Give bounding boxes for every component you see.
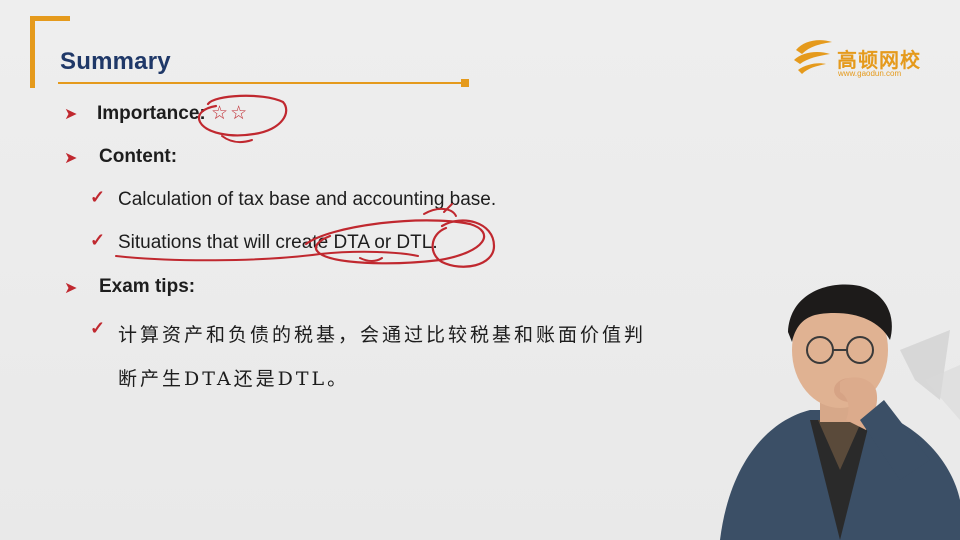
bullet-importance-label: Importance:: [97, 103, 206, 124]
swirl-logo-icon: [794, 40, 832, 74]
importance-stars: ☆☆: [211, 103, 250, 124]
gaodun-logo: 高顿网校 www.gaodun.com: [790, 34, 930, 82]
content-item-2: Situations that will create DTA or DTL.: [118, 232, 438, 253]
bullet-exam-tips: Exam tips:: [99, 276, 196, 297]
content-item-1: Calculation of tax base and accounting b…: [118, 189, 497, 210]
bullet-content: Content:: [99, 146, 178, 167]
checkmark-icon: ✓: [90, 230, 106, 250]
checkmark-icon: ✓: [90, 187, 106, 207]
slide-title: Summary: [60, 48, 171, 75]
bullet-importance: Importance: ☆☆: [97, 102, 249, 125]
presenter-video: [720, 284, 960, 540]
checkmark-icon: ✓: [90, 318, 106, 338]
arrowhead-icon: ➤: [64, 280, 78, 297]
exam-tip-line-2: 断产生DTA还是DTL。: [118, 368, 350, 390]
title-underline-dot: [461, 79, 469, 87]
annotation-dtl-circle: [431, 219, 496, 268]
annotation-create-dta-tail: [359, 257, 383, 262]
annotation-stars-tail: [221, 135, 253, 144]
logo-url: www.gaodun.com: [838, 69, 902, 78]
arrowhead-icon: ➤: [64, 150, 78, 167]
slide: Summary 高顿网校 www.gaodun.com ➤ Importance…: [0, 0, 960, 540]
arrowhead-icon: ➤: [64, 106, 78, 123]
exam-tip-line-1: 计算资产和负债的税基，会通过比较税基和账面价值判: [118, 324, 647, 346]
title-underline: [58, 82, 464, 84]
